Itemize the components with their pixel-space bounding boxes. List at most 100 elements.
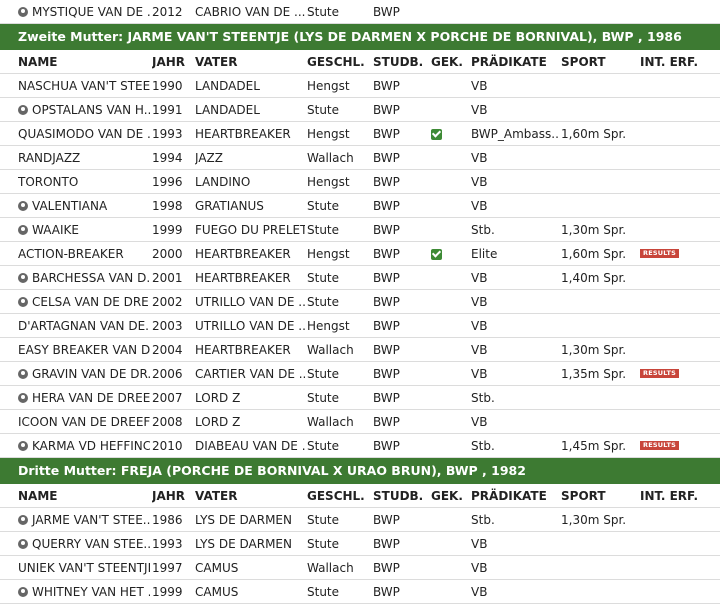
father-link[interactable]: JAZZ [195, 146, 305, 170]
int-results-cell: RESULTS [640, 434, 718, 458]
horse-name: D'ARTAGNAN VAN DE... [18, 319, 150, 333]
horse-name-link[interactable]: EASY BREAKER VAN D... [18, 338, 150, 362]
header-sport: SPORT [561, 489, 606, 503]
horse-name: RANDJAZZ [18, 151, 81, 165]
gek-cell [431, 170, 469, 194]
int-results-cell [640, 386, 718, 410]
predicate-cell: VB [471, 585, 488, 599]
studbook-cell: BWP [373, 295, 400, 309]
int-results-cell [640, 74, 718, 98]
sport-cell: 1,45m Spr. [561, 439, 627, 453]
horse-name-link[interactable]: ACTION-BREAKER [18, 242, 150, 266]
studbook-cell: BWP [373, 5, 400, 19]
predicate-cell: VB [471, 561, 488, 575]
father-link[interactable]: LYS DE DARMEN [195, 508, 305, 532]
horse-name-link[interactable]: HERA VAN DE DREEF [18, 386, 150, 410]
father-link[interactable]: LORD Z [195, 386, 305, 410]
int-results-cell [640, 0, 718, 24]
horse-name: WHITNEY VAN HET ... [32, 585, 150, 599]
father-link[interactable]: LANDADEL [195, 74, 305, 98]
studbook-cell: BWP [373, 585, 400, 599]
horse-name-link[interactable]: TORONTO [18, 170, 150, 194]
horse-name-link[interactable]: QUASIMODO VAN DE ... [18, 122, 150, 146]
predicate-cell: VB [471, 103, 488, 117]
father-link[interactable]: LORD Z [195, 410, 305, 434]
horse-name-link[interactable]: WAAIKE [18, 218, 150, 242]
horse-name-link[interactable]: RANDJAZZ [18, 146, 150, 170]
gek-cell [431, 218, 469, 242]
horse-name-link[interactable]: KARMA VD HEFFINCK [18, 434, 150, 458]
predicate-cell: VB [471, 415, 488, 429]
horse-name-link[interactable]: BARCHESSA VAN D... [18, 266, 150, 290]
results-badge[interactable]: RESULTS [640, 249, 679, 258]
horse-name-link[interactable]: OPSTALANS VAN H... [18, 98, 150, 122]
int-results-cell [640, 532, 718, 556]
father-link[interactable]: FUEGO DU PRELET [195, 218, 305, 242]
horse-name-link[interactable]: MYSTIQUE VAN DE ... [18, 0, 150, 24]
predicate-cell: VB [471, 271, 488, 285]
header-year: JAHR [152, 55, 186, 69]
sport-cell [561, 98, 637, 122]
table-row: ICOON VAN DE DREEF 2008 LORD Z Wallach BWP VB [0, 410, 720, 434]
header-int: INT. ERF. [640, 489, 699, 503]
father-link[interactable]: CAMUS [195, 556, 305, 580]
year-cell: 1999 [152, 585, 183, 599]
studbook-cell: BWP [373, 367, 400, 381]
horse-name-link[interactable]: JARME VAN'T STEE... [18, 508, 150, 532]
sex-cell: Hengst [307, 247, 350, 261]
horse-name: OPSTALANS VAN H... [32, 103, 150, 117]
studbook-cell: BWP [373, 415, 400, 429]
sex-cell: Hengst [307, 79, 350, 93]
horse-name-link[interactable]: ICOON VAN DE DREEF [18, 410, 150, 434]
female-icon [18, 105, 28, 115]
father-link[interactable]: GRATIANUS [195, 194, 305, 218]
results-badge[interactable]: RESULTS [640, 441, 679, 450]
father-link[interactable]: LANDINO [195, 170, 305, 194]
studbook-cell: BWP [373, 151, 400, 165]
horse-name-link[interactable]: VALENTIANA [18, 194, 150, 218]
predicate-cell: VB [471, 151, 488, 165]
female-icon [18, 225, 28, 235]
father-link[interactable]: DIABEAU VAN DE ... [195, 434, 305, 458]
column-header-row: NAME JAHR VATER GESCHL. STUDB. GEK. PRÄDIKATE S… [0, 50, 720, 74]
father-link[interactable]: LYS DE DARMEN [195, 532, 305, 556]
results-badge[interactable]: RESULTS [640, 369, 679, 378]
horse-name-link[interactable]: NASCHUA VAN'T STEE... [18, 74, 150, 98]
studbook-cell: BWP [373, 343, 400, 357]
horse-name-link[interactable]: CELSA VAN DE DRE... [18, 290, 150, 314]
int-results-cell [640, 266, 718, 290]
father-link[interactable]: HEARTBREAKER [195, 242, 305, 266]
year-cell: 2002 [152, 295, 183, 309]
horse-name: EASY BREAKER VAN D... [18, 343, 150, 357]
predicate-cell [471, 0, 559, 24]
horse-name-link[interactable]: GRAVIN VAN DE DR... [18, 362, 150, 386]
father-link[interactable]: CAMUS [195, 580, 305, 604]
sport-cell [561, 74, 637, 98]
horse-name-link[interactable]: WHITNEY VAN HET ... [18, 580, 150, 604]
father-link[interactable]: HEARTBREAKER [195, 338, 305, 362]
father-link[interactable]: LANDADEL [195, 98, 305, 122]
horse-name-link[interactable]: QUERRY VAN STEE... [18, 532, 150, 556]
father-link[interactable]: CARTIER VAN DE ... [195, 362, 305, 386]
father-link[interactable]: UTRILLO VAN DE ... [195, 314, 305, 338]
table-row: WAAIKE 1999 FUEGO DU PRELET Stute BWP Stb. 1,3… [0, 218, 720, 242]
horse-name-link[interactable]: D'ARTAGNAN VAN DE... [18, 314, 150, 338]
gek-cell [431, 410, 469, 434]
father-link[interactable]: HEARTBREAKER [195, 266, 305, 290]
table-row: JARME VAN'T STEE... 1986 LYS DE DARMEN Stut… [0, 508, 720, 532]
horse-name-link[interactable]: UNIEK VAN'T STEENTJE [18, 556, 150, 580]
sport-cell: 1,30m Spr. [561, 513, 627, 527]
checkmark-icon [431, 249, 442, 260]
int-results-cell [640, 508, 718, 532]
horse-name: HERA VAN DE DREEF [32, 391, 150, 405]
father-link[interactable]: CABRIO VAN DE ... [195, 0, 305, 24]
table-row: QUERRY VAN STEE... 1993 LYS DE DARMEN Stute… [0, 532, 720, 556]
table-row: D'ARTAGNAN VAN DE... 2003 UTRILLO VAN DE .… [0, 314, 720, 338]
column-header-row: NAME JAHR VATER GESCHL. STUDB. GEK. PRÄDIKATE S… [0, 484, 720, 508]
table-row: RANDJAZZ 1994 JAZZ Wallach BWP VB [0, 146, 720, 170]
female-icon [18, 515, 28, 525]
father-link[interactable]: UTRILLO VAN DE ... [195, 290, 305, 314]
horse-name: NASCHUA VAN'T STEE... [18, 79, 150, 93]
father-link[interactable]: HEARTBREAKER [195, 122, 305, 146]
table-row: HERA VAN DE DREEF 2007 LORD Z Stute BWP Stb. [0, 386, 720, 410]
